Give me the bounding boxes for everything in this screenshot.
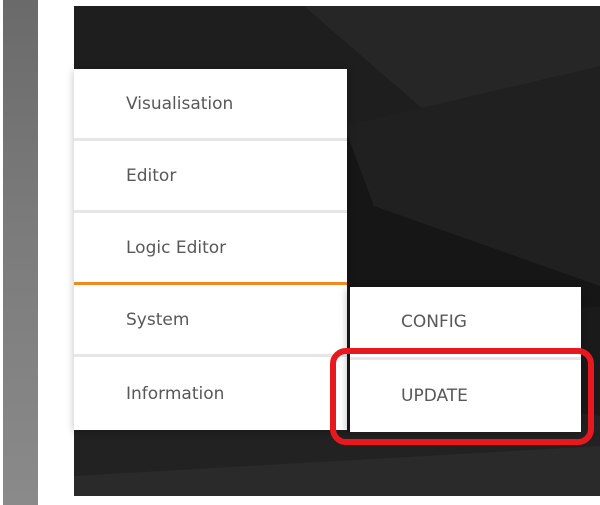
menu-item-label: Logic Editor bbox=[126, 237, 227, 258]
menu-item-system[interactable]: System bbox=[74, 285, 347, 357]
submenu-item-label: UPDATE bbox=[401, 386, 468, 406]
system-submenu: CONFIG UPDATE bbox=[347, 287, 581, 432]
menu-item-label: Visualisation bbox=[126, 93, 234, 114]
menu-item-label: System bbox=[126, 309, 190, 330]
menu-item-label: Editor bbox=[126, 165, 177, 186]
submenu-divider bbox=[347, 287, 350, 432]
menu-item-visualisation[interactable]: Visualisation bbox=[74, 69, 347, 141]
submenu-item-config[interactable]: CONFIG bbox=[347, 287, 581, 360]
menu-item-information[interactable]: Information bbox=[74, 357, 347, 430]
menu-item-logic-editor[interactable]: Logic Editor bbox=[74, 213, 347, 285]
screen: Visualisation Editor Logic Editor System… bbox=[0, 0, 600, 505]
main-menu: Visualisation Editor Logic Editor System… bbox=[74, 69, 347, 430]
submenu-item-update[interactable]: UPDATE bbox=[347, 360, 581, 432]
menu-item-label: Information bbox=[126, 383, 225, 404]
sidebar-strip bbox=[3, 0, 38, 505]
menu-item-editor[interactable]: Editor bbox=[74, 141, 347, 213]
submenu-item-label: CONFIG bbox=[401, 312, 467, 332]
